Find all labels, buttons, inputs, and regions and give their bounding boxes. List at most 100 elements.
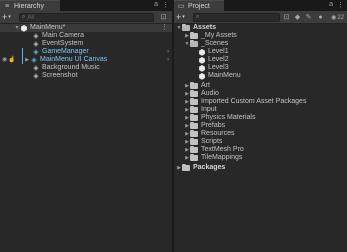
hierarchy-item[interactable]: ◈ GameManager › [0,48,172,56]
project-toolbar: + ▾ ⌕ ⊡ ◆ ✎ ● ◉ 22 [174,11,347,24]
project-item[interactable]: ▶ Art [174,82,347,90]
prefab-indicator [22,48,23,56]
prefab-indicator [22,56,23,64]
hierarchy-search-input[interactable]: ⌕ All [19,13,154,22]
item-label: Packages [193,164,226,171]
more-options-icon[interactable]: ⋮ [337,1,344,9]
item-label: Level1 [208,48,229,55]
item-label: EventSystem [42,40,84,47]
chevron-down-icon: ▾ [182,14,185,20]
project-search-input[interactable]: ⌕ [193,13,280,22]
item-label: Level3 [208,64,229,71]
more-options-icon[interactable]: ⋮ [161,24,168,32]
folder-icon [182,164,190,171]
item-label: Level2 [208,56,229,63]
folder-open-icon [190,40,198,47]
item-label: Screenshot [42,72,78,79]
visible-count-badge[interactable]: ◉ 22 [331,13,344,22]
folder-icon [190,114,198,121]
tab-project[interactable]: ▭ Project [174,0,224,11]
chevron-right-icon[interactable]: › [167,56,169,64]
eye-icon[interactable]: ◉ [2,56,7,64]
project-item[interactable]: ▶ Audio [174,90,347,98]
project-item[interactable]: ▶ _My Assets [174,32,347,40]
project-tree: ▼ Assets ▶ _My Assets ▼ _Scenes ⬢ Level1… [174,24,347,252]
item-label: Audio [201,90,219,97]
project-item[interactable]: ▶ Packages [174,164,347,172]
search-by-type-icon[interactable]: ⊡ [282,13,291,22]
search-icon: ⌕ [22,14,26,20]
tab-hierarchy[interactable]: ≡ Hierarchy [0,0,60,11]
hidden-packages-icon[interactable]: ● [316,13,325,22]
hierarchy-item[interactable]: ◈ Main Camera [0,32,172,40]
eye-icon: ◉ [331,15,337,21]
item-label: Input [201,106,217,113]
project-tab-bar: ▭ Project a ⋮ [174,0,347,11]
cube-icon: ◈ [33,64,39,72]
create-button[interactable]: + ▾ [176,13,190,22]
lock-icon[interactable]: a [154,1,158,9]
item-label: Main Camera [42,32,85,39]
project-item[interactable]: ▶ Prefabs [174,122,347,130]
cube-icon: ◈ [33,32,39,40]
folder-icon [190,82,198,89]
unity-scene-icon: ⬢ [198,63,206,73]
hierarchy-item[interactable]: ◉ ☝ ▶ ◈ MainMenu UI Canvas › [0,56,172,64]
item-label: TileMappings [201,154,243,161]
item-label: Prefabs [201,122,226,129]
more-options-icon[interactable]: ⋮ [162,1,169,9]
project-item[interactable]: ▶ Input [174,106,347,114]
item-label: Imported Custom Asset Packages [201,98,307,105]
project-item[interactable]: ▶ Resources [174,130,347,138]
item-label: Resources [201,130,235,137]
item-label: Physics Materials [201,114,256,121]
project-item[interactable]: ▶ Physics Materials [174,114,347,122]
filter-icon[interactable]: ✎ [304,13,313,22]
scene-visibility-icon[interactable]: ⊡ [159,13,168,22]
folder-icon [190,138,198,145]
cube-icon: ◈ [33,72,39,80]
chevron-right-icon[interactable]: › [167,48,169,56]
hierarchy-tree: ▼ ⬢ MainMenu* ⋮ ◈ Main Camera ◈ EventSys… [0,24,172,252]
folder-icon [190,154,198,161]
project-item[interactable]: ⬢ MainMenu [174,72,347,80]
project-item[interactable]: ⬢ Level2 [174,56,347,64]
project-item[interactable]: ▶ Imported Custom Asset Packages [174,98,347,106]
project-item[interactable]: ▶ Scripts [174,138,347,146]
item-label: Background Music [42,64,100,71]
folder-icon [190,122,198,129]
folder-icon [190,130,198,137]
project-panel: ▭ Project a ⋮ + ▾ ⌕ ⊡ ◆ ✎ ● ◉ 22 ▼ Assets… [174,0,347,252]
item-label: Assets [193,24,216,31]
project-item[interactable]: ▼ _Scenes [174,40,347,48]
folder-icon [190,98,198,105]
item-label: _Scenes [201,40,229,47]
chevron-down-icon: ▾ [8,14,11,20]
project-item[interactable]: ⬢ Level3 [174,64,347,72]
pointer-icon[interactable]: ☝ [8,56,15,64]
folder-icon [190,146,198,153]
lock-icon[interactable]: a [329,1,333,9]
project-item[interactable]: ▶ TileMappings [174,154,347,162]
item-label: Art [201,82,210,89]
cube-icon: ◈ [33,40,39,48]
hierarchy-toolbar: + ▾ ⌕ All ⊡ [0,11,172,24]
create-button[interactable]: + ▾ [2,13,16,22]
scene-row[interactable]: ▼ ⬢ MainMenu* ⋮ [0,24,172,32]
item-label: MainMenu UI Canvas [40,56,108,63]
project-item[interactable]: ▶ TextMesh Pro [174,146,347,154]
folder-icon [190,90,198,97]
project-item[interactable]: ▼ Assets [174,24,347,32]
project-item[interactable]: ⬢ Level1 [174,48,347,56]
scene-label: MainMenu* [30,24,66,31]
unity-scene-icon: ⬢ [20,23,28,33]
hierarchy-item[interactable]: ◈ Background Music [0,64,172,72]
hierarchy-item[interactable]: ◈ Screenshot [0,72,172,80]
plus-icon: + [176,12,182,22]
folder-icon [190,106,198,113]
search-by-label-icon[interactable]: ◆ [293,13,302,22]
hierarchy-item[interactable]: ◈ EventSystem [0,40,172,48]
search-icon: ⌕ [196,14,200,20]
hierarchy-tab-label: Hierarchy [14,3,44,10]
search-placeholder: All [27,14,35,21]
